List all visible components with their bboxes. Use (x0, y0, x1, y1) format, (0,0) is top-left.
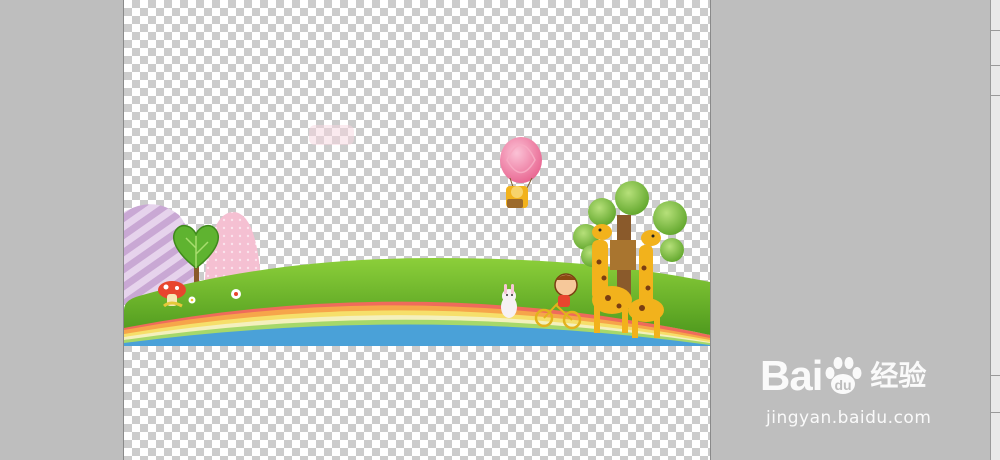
document-canvas[interactable] (123, 0, 711, 460)
baidu-paw-icon: du (825, 357, 862, 394)
baidu-jingyan-watermark: Bai du 经验 jingyan.baidu.com (760, 348, 960, 448)
watermark-brand-left: Bai (760, 352, 823, 399)
svg-text:du: du (835, 377, 852, 393)
watermark-brand-cn: 经验 (870, 359, 927, 392)
panel-edge[interactable] (990, 0, 1000, 460)
watermark-url: jingyan.baidu.com (766, 408, 932, 428)
faint-smudge (309, 125, 354, 145)
cartoon-artwork (124, 125, 710, 346)
hot-air-balloon (500, 137, 542, 208)
editor-workspace: Bai du 经验 jingyan.baidu.com (0, 0, 1000, 460)
flower-small (188, 296, 196, 304)
flower-white (231, 289, 241, 299)
